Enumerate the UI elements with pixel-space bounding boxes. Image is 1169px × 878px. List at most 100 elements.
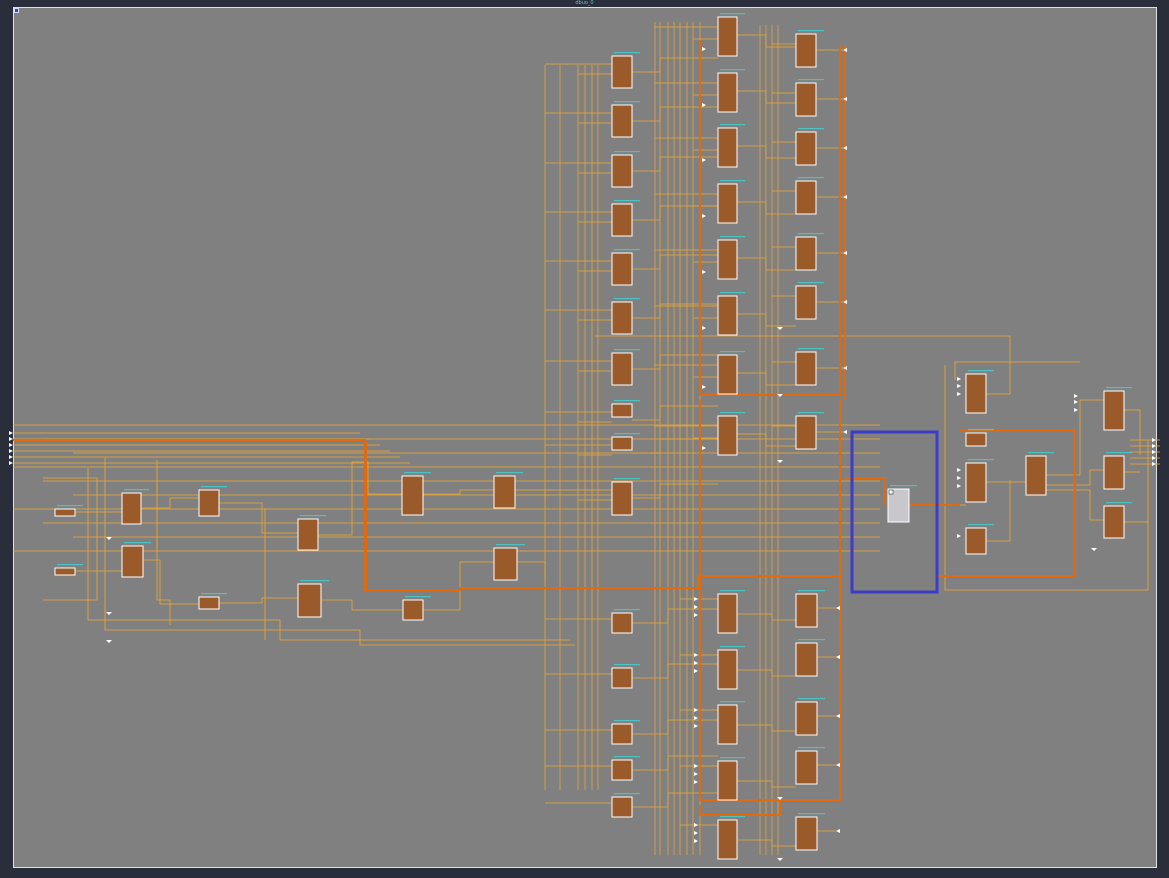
register-cell[interactable] [795, 642, 818, 677]
register-cell[interactable] [611, 252, 633, 286]
net[interactable] [156, 460, 171, 625]
register-cell[interactable] [611, 154, 633, 188]
net[interactable] [737, 34, 796, 48]
register-cell[interactable] [493, 547, 518, 581]
net[interactable] [219, 502, 298, 534]
net[interactable] [632, 438, 718, 454]
register-cell[interactable] [717, 183, 738, 224]
net[interactable] [318, 461, 402, 536]
register-cell[interactable] [611, 403, 633, 418]
register-cell[interactable] [611, 352, 633, 386]
register-cell[interactable] [717, 354, 738, 395]
register-cell[interactable] [795, 236, 817, 271]
net[interactable] [1124, 409, 1141, 455]
register-cell[interactable] [198, 489, 220, 517]
net[interactable] [517, 561, 546, 580]
register-cell[interactable] [717, 760, 738, 801]
net[interactable] [632, 205, 718, 221]
register-cell[interactable] [717, 72, 738, 113]
register-cell[interactable] [965, 373, 987, 414]
net[interactable] [43, 477, 98, 601]
register-cell[interactable] [611, 203, 633, 237]
register-cell[interactable] [965, 432, 987, 447]
register-cell[interactable] [198, 596, 220, 610]
register-cell[interactable] [297, 583, 322, 618]
net[interactable] [219, 597, 298, 604]
register-cell[interactable] [795, 180, 817, 215]
register-cell[interactable] [795, 131, 817, 166]
register-cell[interactable] [402, 599, 424, 621]
net[interactable] [632, 755, 718, 771]
bus-net[interactable] [699, 800, 781, 816]
register-cell[interactable] [1103, 505, 1125, 539]
register-cell[interactable] [795, 351, 817, 386]
net[interactable] [737, 613, 796, 621]
register-cell[interactable] [795, 701, 818, 736]
register-cell[interactable] [54, 508, 76, 517]
net[interactable] [632, 719, 718, 735]
net[interactable] [632, 405, 718, 421]
net[interactable] [737, 669, 796, 677]
register-cell[interactable] [401, 475, 424, 516]
register-cell[interactable] [611, 796, 633, 818]
net[interactable] [632, 608, 718, 624]
register-cell[interactable] [717, 593, 738, 634]
net[interactable] [737, 724, 796, 732]
register-cell[interactable] [795, 415, 817, 450]
register-cell[interactable] [717, 819, 738, 860]
register-cell[interactable] [1103, 455, 1125, 490]
register-cell[interactable] [493, 475, 516, 509]
net[interactable] [632, 57, 718, 73]
net[interactable] [632, 663, 718, 679]
net[interactable] [737, 780, 796, 788]
net[interactable] [632, 156, 718, 172]
register-cell[interactable] [611, 481, 633, 516]
register-cell[interactable] [611, 55, 633, 89]
net[interactable] [986, 480, 1011, 542]
register-cell[interactable] [1103, 390, 1125, 431]
register-cell[interactable] [297, 518, 319, 551]
net[interactable] [423, 489, 494, 495]
register-cell[interactable] [611, 612, 633, 634]
net[interactable] [737, 313, 796, 327]
net[interactable] [737, 201, 796, 215]
register-cell[interactable] [611, 759, 633, 781]
register-cell[interactable] [1025, 455, 1047, 496]
register-cell[interactable] [717, 16, 738, 57]
register-cell[interactable] [795, 593, 818, 628]
net[interactable] [737, 433, 796, 447]
register-cell[interactable] [717, 295, 738, 336]
register-cell[interactable] [611, 667, 633, 689]
register-cell[interactable] [54, 567, 76, 576]
register-cell[interactable] [611, 436, 633, 451]
register-cell[interactable] [965, 527, 987, 555]
net[interactable] [632, 483, 718, 499]
net[interactable] [632, 354, 718, 370]
net[interactable] [632, 106, 718, 122]
schematic-diagram[interactable] [0, 0, 1169, 878]
register-cell[interactable] [795, 285, 817, 320]
net[interactable] [143, 559, 199, 605]
register-cell[interactable] [795, 750, 818, 785]
register-cell[interactable] [717, 239, 738, 280]
bus-net[interactable] [935, 429, 1076, 577]
register-cell[interactable] [965, 462, 987, 503]
net[interactable] [737, 372, 796, 386]
register-cell[interactable] [717, 649, 738, 690]
net[interactable] [423, 561, 494, 611]
register-cell[interactable] [717, 127, 738, 168]
register-cell[interactable] [717, 704, 738, 745]
register-cell[interactable] [795, 33, 817, 68]
register-cell[interactable] [611, 104, 633, 138]
register-cell[interactable] [795, 82, 817, 117]
net[interactable] [321, 599, 403, 611]
net[interactable] [737, 257, 796, 271]
net[interactable] [141, 497, 199, 509]
register-cell[interactable] [611, 301, 633, 335]
register-cell[interactable] [121, 545, 144, 578]
register-cell[interactable] [795, 816, 818, 851]
register-cell[interactable] [717, 415, 738, 456]
net[interactable] [737, 145, 796, 159]
register-cell[interactable] [121, 492, 142, 525]
register-cell[interactable] [611, 723, 633, 745]
